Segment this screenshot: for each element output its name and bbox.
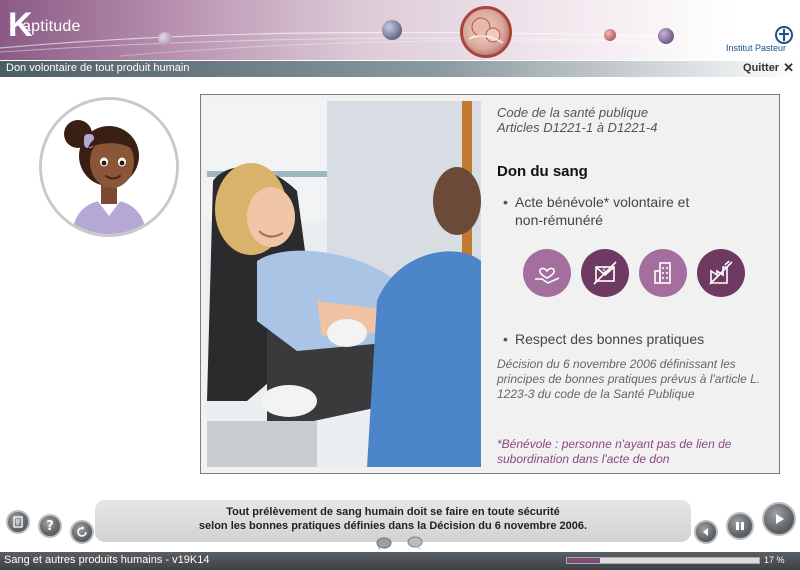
bullet-text: Acte bénévole* volontaire et — [515, 194, 690, 210]
progress-bar — [566, 557, 760, 564]
no-factory-icon — [697, 249, 745, 297]
quit-label: Quitter — [743, 62, 780, 74]
bullet-benevole: Acte bénévole* volontaire et non-rémunér… — [503, 193, 745, 229]
footer-bar: Sang et autres produits humains - v19K14… — [0, 552, 800, 570]
quit-button[interactable]: Quitter ✕ — [743, 60, 794, 76]
app-window: K aptitude Institut Pasteur Don volontai… — [0, 0, 800, 570]
module-title: Don volontaire de tout produit humain — [6, 62, 190, 74]
pasteur-emblem-icon — [775, 26, 793, 44]
section-heading: Don du sang — [497, 163, 588, 180]
progress-label: 17 % — [764, 555, 785, 565]
title-bar: Don volontaire de tout produit humain — [0, 61, 800, 77]
help-button[interactable]: ? — [38, 514, 62, 538]
decor-sphere — [604, 29, 616, 41]
play-icon — [776, 514, 784, 524]
header-banner: K aptitude Institut Pasteur — [0, 0, 800, 60]
close-icon: ✕ — [783, 60, 794, 75]
decor-sphere — [382, 20, 402, 40]
caption-line: Tout prélèvement de sang humain doit se … — [226, 506, 560, 518]
question-icon: ? — [46, 518, 54, 534]
decor-sphere — [158, 32, 172, 46]
principle-icons: $ — [523, 249, 745, 297]
progress-fill — [567, 558, 600, 563]
narration-caption: Tout prélèvement de sang humain doit se … — [95, 500, 691, 542]
reference-line: Code de la santé publique — [497, 105, 649, 120]
decision-text: Décision du 6 novembre 2006 définissant … — [497, 357, 761, 401]
summary-button[interactable] — [6, 510, 30, 534]
decor-sphere — [658, 28, 674, 44]
course-title: Sang et autres produits humains - v19K14 — [4, 554, 210, 566]
blood-donation-photo — [207, 101, 481, 467]
kaptitude-logo: K aptitude — [8, 6, 81, 44]
previous-icon — [703, 528, 708, 536]
benevole-footnote: *Bénévole : personne n'ayant pas de lien… — [497, 437, 732, 466]
character-avatar — [39, 97, 179, 237]
caption-line: selon les bonnes pratiques définies dans… — [198, 520, 588, 532]
content-panel: Code de la santé publique Articles D1221… — [200, 94, 780, 474]
pause-button[interactable] — [726, 512, 754, 540]
next-button[interactable] — [762, 502, 796, 536]
blood-cells-badge — [460, 6, 512, 58]
document-icon — [13, 516, 23, 528]
reference-line: Articles D1221-1 à D1221-4 — [497, 120, 658, 135]
building-icon — [639, 249, 687, 297]
previous-button[interactable] — [694, 520, 718, 544]
heart-hand-icon — [523, 249, 571, 297]
legal-reference: Code de la santé publique Articles D1221… — [497, 105, 657, 135]
bullet-bonnes-pratiques: Respect des bonnes pratiques — [503, 331, 704, 347]
institut-pasteur-logo: Institut Pasteur — [726, 26, 796, 56]
replay-icon — [77, 526, 87, 537]
pause-icon — [736, 522, 744, 530]
no-money-icon: $ — [581, 249, 629, 297]
bullet-text: non-rémunéré — [515, 212, 603, 228]
replay-button[interactable] — [70, 520, 94, 544]
